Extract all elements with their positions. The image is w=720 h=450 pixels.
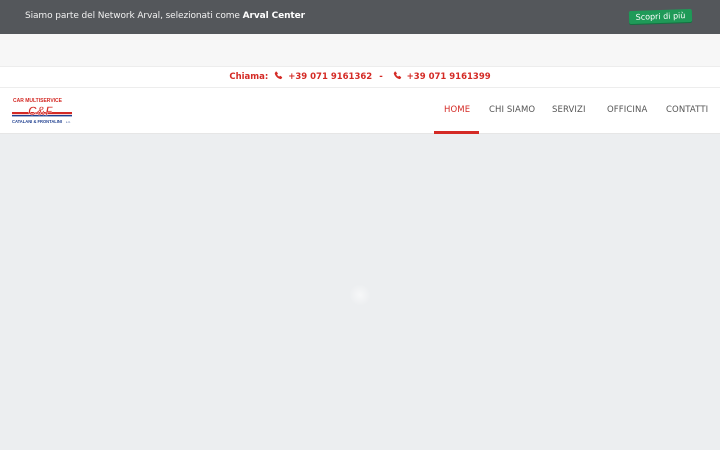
discover-more-button[interactable]: Scopri di più [628,8,693,25]
contact-line: Chiama: +39 071 9161362 - +39 071 916139… [0,67,720,89]
contact-bar: Chiama: +39 071 9161362 - +39 071 916139… [0,66,720,88]
announcement-text-highlight: Arval Center [242,11,305,21]
logo-suffix: s.r.l. [66,120,71,124]
announcement-text-prefix: Siamo parte del Network Arval, seleziona… [25,11,243,21]
phone-icon [393,71,401,80]
nav-item-servizi[interactable]: SERVIZI [552,105,586,115]
company-logo[interactable]: CAR MULTISERVICE C&F CATALANI & FRONTALI… [11,97,73,127]
logo-company-name: CATALANI & FRONTALINI [12,119,62,124]
announcement-bar: Siamo parte del Network Arval, seleziona… [0,0,720,34]
nav-item-chi-siamo[interactable]: CHI SIAMO [489,105,535,115]
announcement-text: Siamo parte del Network Arval, seleziona… [25,11,305,21]
phone-link-2[interactable]: +39 071 9161399 [407,72,491,82]
call-label: Chiama: [229,72,269,82]
loading-spinner-icon [349,284,371,306]
nav-item-contatti[interactable]: CONTATTI [666,105,708,115]
phone-separator: - [379,72,383,82]
logo-mark: C&F [28,104,53,118]
hero-section [0,134,720,450]
nav-item-home[interactable]: HOME [444,105,470,115]
phone-icon [275,71,283,80]
spacer-strip [0,34,720,66]
phone-link-1[interactable]: +39 071 9161362 [288,72,372,82]
main-header: CAR MULTISERVICE C&F CATALANI & FRONTALI… [0,88,720,134]
nav-item-officina[interactable]: OFFICINA [607,105,647,115]
